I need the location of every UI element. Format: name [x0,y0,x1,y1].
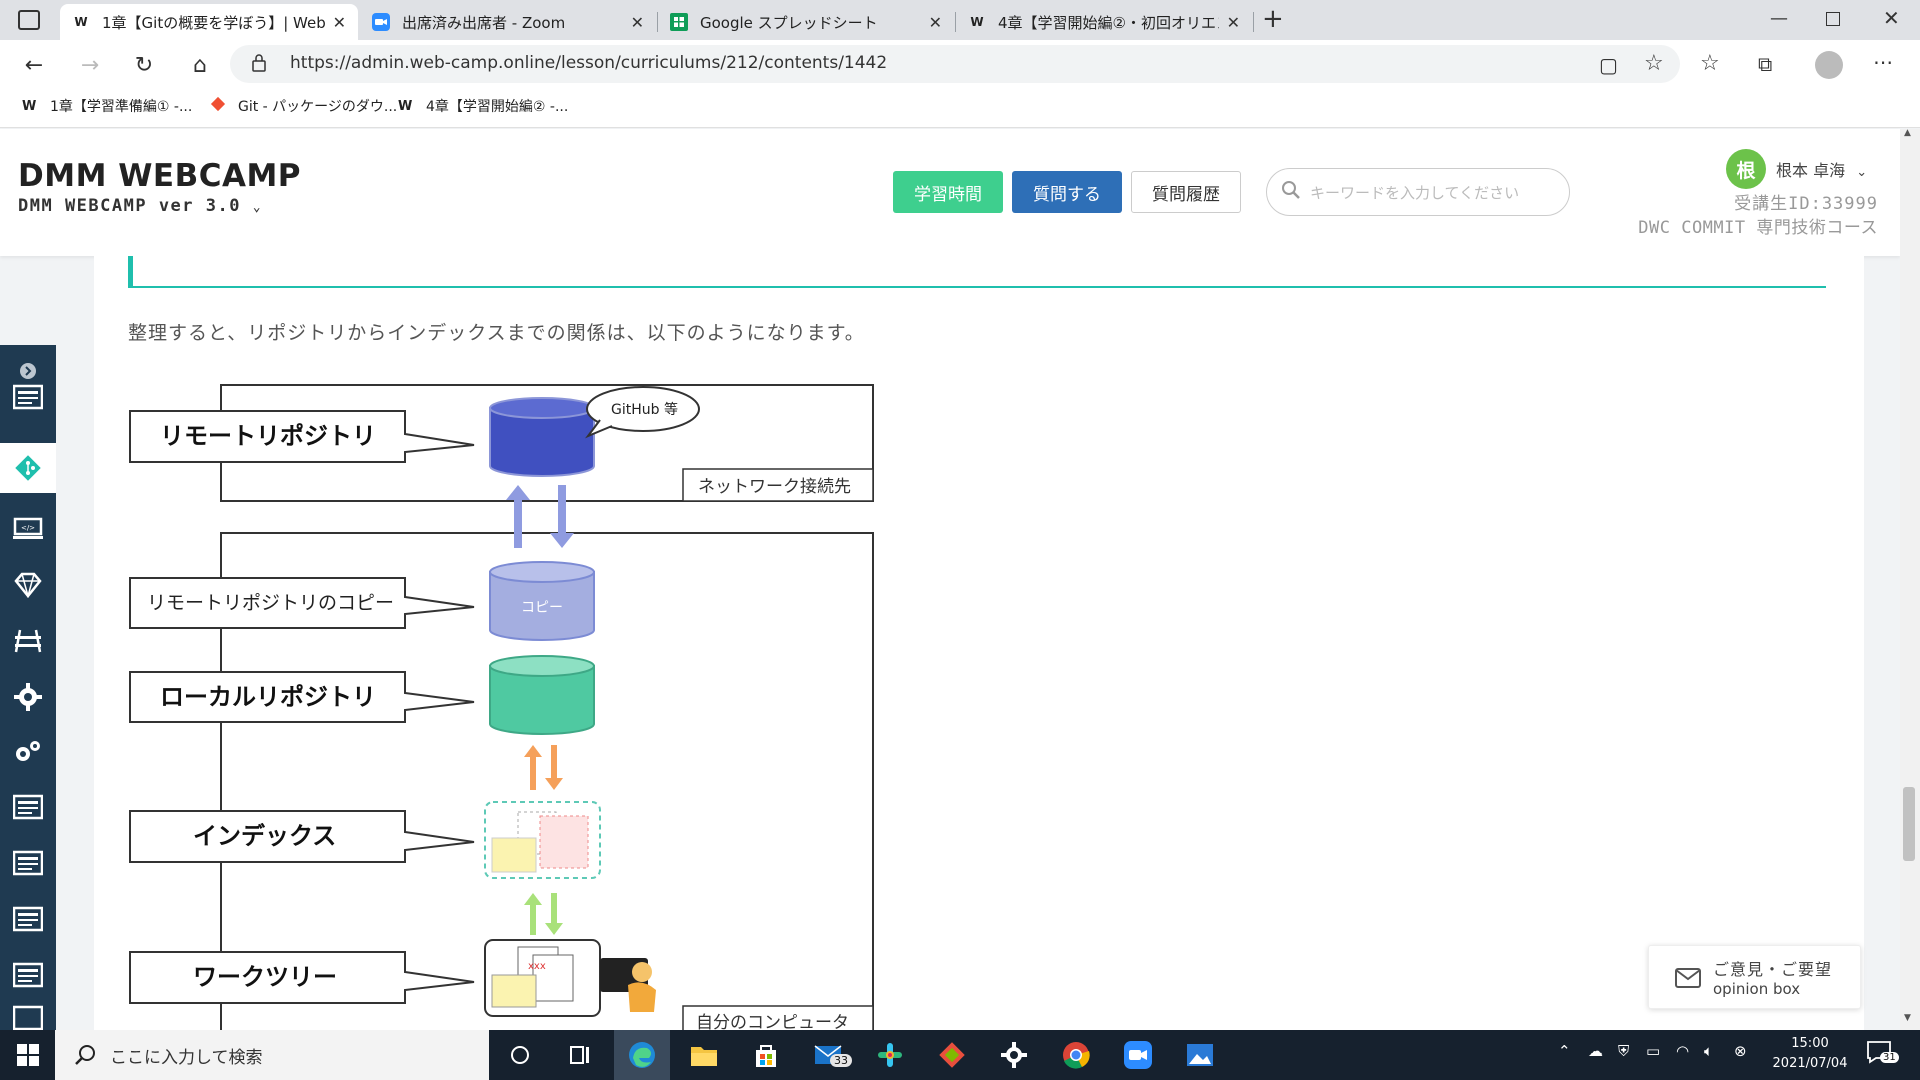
cortana-icon[interactable] [492,1030,548,1080]
search-icon [74,1044,96,1070]
opinion-title: ご意見・ご要望 [1713,960,1833,979]
label-worktree-text: ワークツリー [193,963,337,991]
mail-icon[interactable]: 33 [800,1030,856,1080]
opinion-box-button[interactable]: ご意見・ご要望 opinion box [1648,945,1861,1009]
scroll-down-icon[interactable]: ▼ [1904,1013,1911,1023]
task-view-icon[interactable] [552,1030,608,1080]
battery-icon[interactable]: ▭ [1646,1042,1660,1060]
slack-icon[interactable] [862,1030,918,1080]
opinion-subtitle: opinion box [1713,980,1801,998]
network-label: ネットワーク接続先 [698,477,851,497]
notification-badge: 31 [1880,1052,1899,1063]
taskbar-clock[interactable]: 15:00 2021/07/04 [1760,1034,1860,1074]
photos-icon[interactable] [1172,1030,1228,1080]
label-local-repo-text: ローカルリポジトリ [160,683,376,711]
remote-repo-database-icon [489,397,595,477]
onedrive-icon[interactable]: ☁ [1588,1042,1603,1060]
github-bubble-text: GitHub 等 [611,401,678,418]
label-remote-copy-text: リモートリポジトリのコピー [147,592,394,614]
vertical-scrollbar[interactable] [1900,129,1920,1030]
gitkraken-icon[interactable] [924,1030,980,1080]
label-index-text: インデックス [193,822,336,850]
edge-icon[interactable] [614,1030,670,1080]
taskbar-search-placeholder: ここに入力して検索 [110,1048,263,1068]
local-repo-database-icon [489,655,595,735]
settings-gear-icon[interactable] [986,1030,1042,1080]
windows-start-icon[interactable] [0,1030,56,1080]
zoom-app-icon[interactable] [1110,1030,1166,1080]
local-computer-label: 自分のコンピュータ [696,1013,849,1030]
mail-badge: 33 [830,1054,852,1067]
tray-chevron-up-icon[interactable]: ⌃ [1558,1042,1571,1060]
worktree-file-mark: xxx [528,961,546,972]
file-explorer-icon[interactable] [676,1030,732,1080]
mute-icon[interactable]: ⊗ [1734,1042,1747,1060]
mail-icon [1675,968,1701,992]
worktree-files-icon [484,939,601,1017]
clock-time: 15:00 [1791,1036,1829,1051]
scroll-up-icon[interactable]: ▲ [1904,128,1911,138]
microsoft-store-icon[interactable] [738,1030,794,1080]
scrollbar-thumb[interactable] [1903,787,1915,861]
volume-icon[interactable]: 🔈︎ [1704,1042,1713,1060]
copy-label: コピー [521,600,563,616]
notification-center-icon[interactable]: 31 [1866,1040,1899,1064]
clock-date: 2021/07/04 [1772,1056,1848,1071]
git-structure-diagram: ネットワーク接続先 自分のコンピュータ リモートリポジトリ リモートリポジトリの… [129,384,874,1030]
wifi-icon[interactable]: ◠ [1676,1042,1689,1060]
label-remote-repo-text: リモートリポジトリ [160,422,376,450]
security-icon[interactable]: ⛨ [1618,1042,1629,1060]
chrome-icon[interactable] [1048,1030,1104,1080]
